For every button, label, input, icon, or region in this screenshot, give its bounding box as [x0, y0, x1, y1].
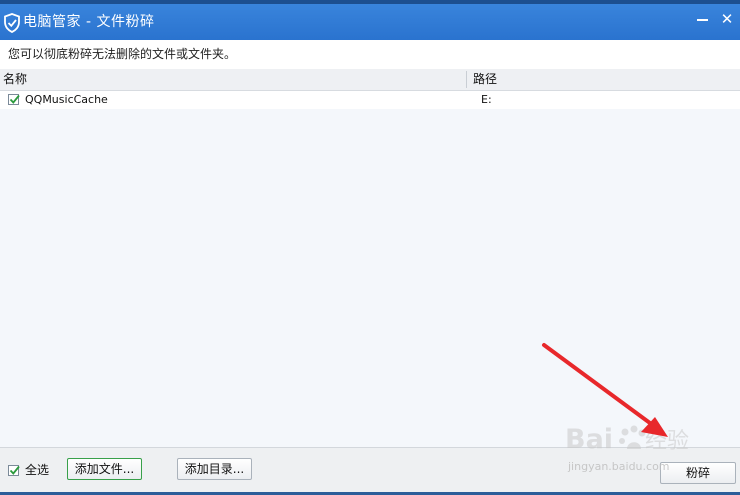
title-bar[interactable]: 电脑管家 - 文件粉碎 ✕: [0, 0, 740, 40]
file-path: E:: [481, 93, 492, 106]
add-file-button[interactable]: 添加文件...: [67, 458, 142, 480]
shield-icon: [4, 13, 20, 33]
list-item[interactable]: QQMusicCache E:: [0, 91, 740, 109]
add-directory-button[interactable]: 添加目录...: [177, 458, 252, 480]
close-icon: ✕: [720, 10, 734, 28]
watermark-url: jingyan.baidu.com: [568, 460, 670, 473]
select-all-checkbox[interactable]: [8, 465, 20, 476]
checkmark-icon: [9, 94, 20, 104]
description-area: 您可以彻底粉碎无法删除的文件或文件夹。: [0, 40, 740, 70]
file-shredder-window: 电脑管家 - 文件粉碎 ✕ 您可以彻底粉碎无法删除的文件或文件夹。 名称 路径 …: [0, 0, 740, 495]
svg-text:Bai: Bai: [565, 424, 613, 455]
select-all-label[interactable]: 全选: [25, 463, 49, 478]
close-button[interactable]: ✕: [716, 8, 738, 30]
description-text: 您可以彻底粉碎无法删除的文件或文件夹。: [8, 47, 237, 61]
column-header-path[interactable]: 路径: [473, 72, 497, 87]
column-header-name[interactable]: 名称: [3, 72, 27, 87]
file-name: QQMusicCache: [25, 93, 108, 106]
checkmark-icon: [9, 465, 20, 475]
row-checkbox[interactable]: [8, 94, 20, 105]
svg-text:经验: 经验: [645, 429, 689, 454]
file-list: QQMusicCache E:: [0, 91, 740, 447]
list-header: 名称 路径: [0, 69, 740, 91]
window-title: 电脑管家 - 文件粉碎: [23, 14, 155, 30]
title-bar-edge: [0, 0, 740, 4]
column-divider[interactable]: [466, 71, 467, 88]
minimize-button[interactable]: [692, 8, 714, 30]
